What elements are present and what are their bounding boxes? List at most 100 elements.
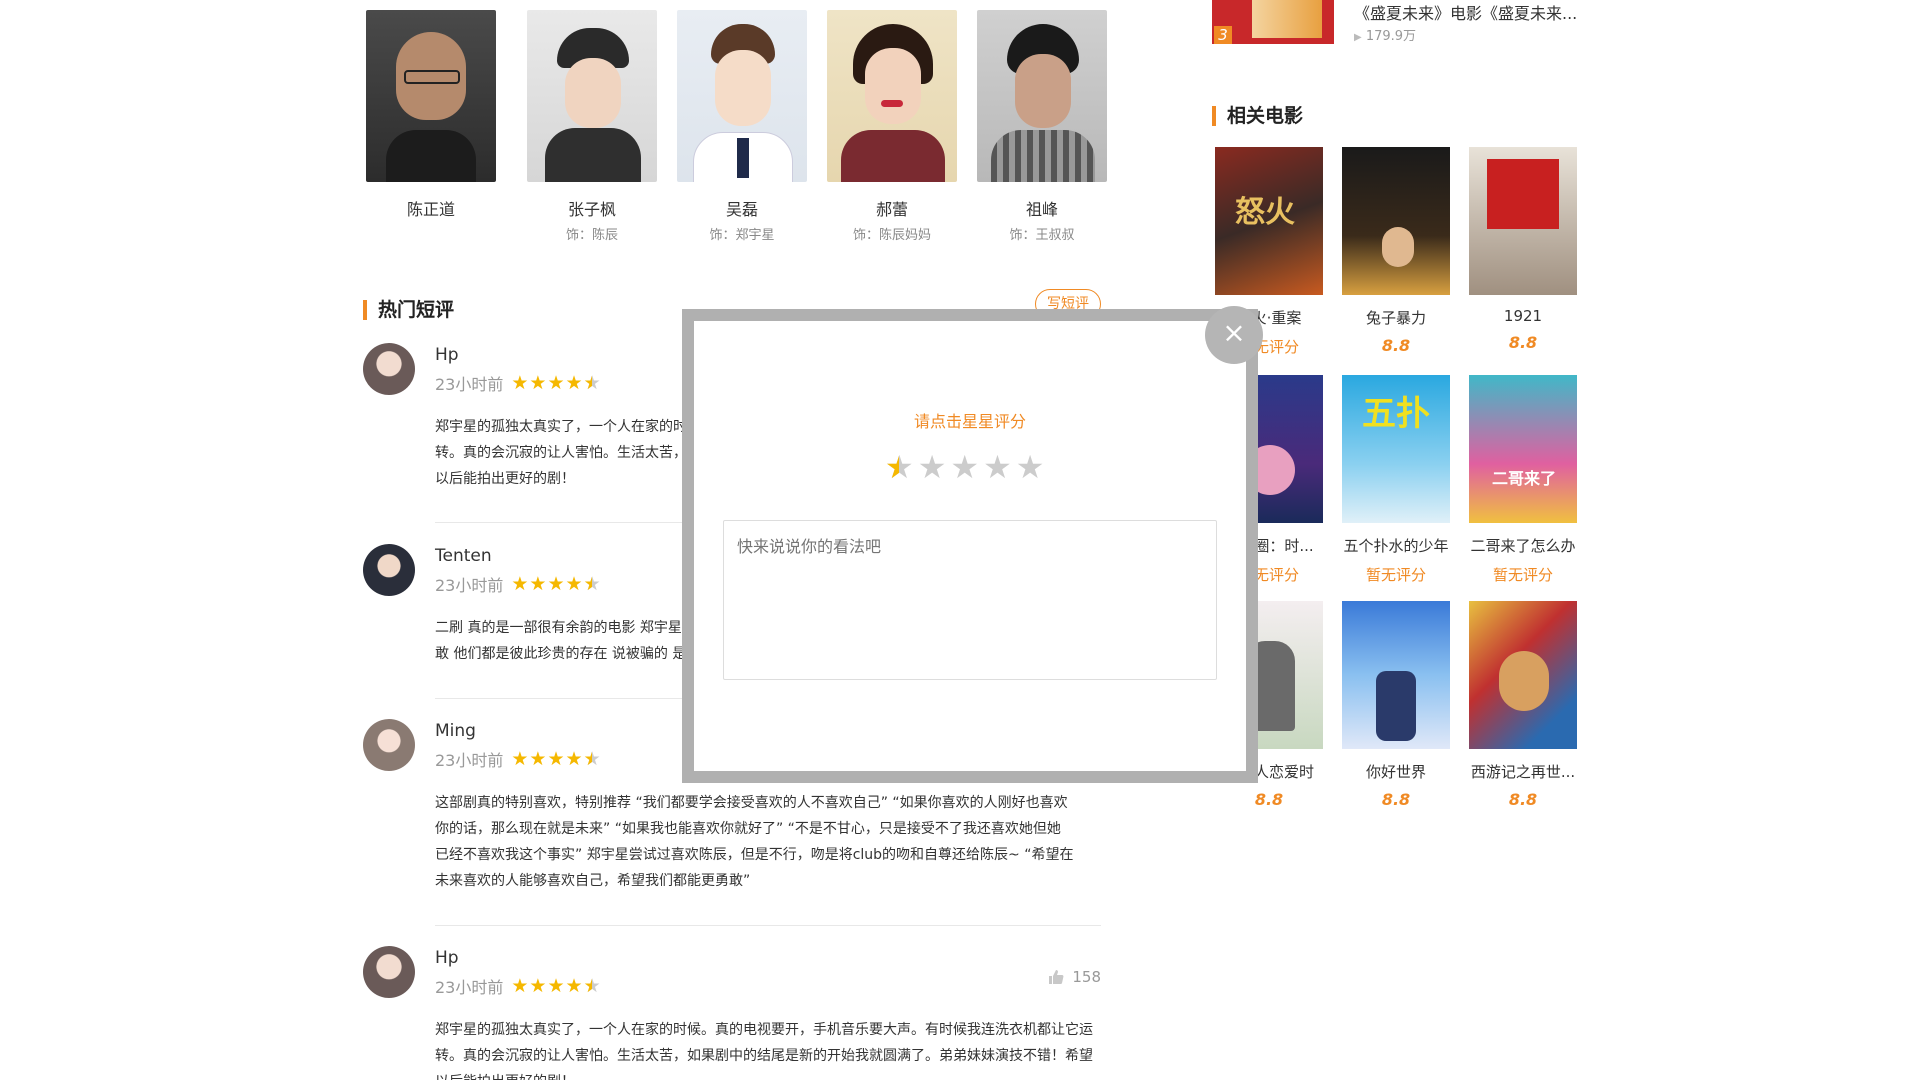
star-icon[interactable]: ★ bbox=[983, 448, 1012, 486]
star-icon: ★ bbox=[547, 748, 565, 770]
star-icon: ★ bbox=[529, 573, 547, 595]
star-icon[interactable]: ★ bbox=[950, 448, 979, 486]
star-icon: ★ bbox=[529, 372, 547, 394]
movie-poster[interactable]: 二哥来了 bbox=[1469, 375, 1577, 523]
avatar[interactable] bbox=[363, 544, 415, 596]
cast-photo[interactable] bbox=[677, 10, 807, 182]
movie-title[interactable]: 1921 bbox=[1469, 307, 1577, 325]
star-icon[interactable]: ★ bbox=[1016, 448, 1045, 486]
comment-meta: 23小时前 ★★★★ ★★ bbox=[435, 974, 601, 998]
comment-user[interactable]: Ming bbox=[435, 721, 476, 741]
star-icon: ★ bbox=[529, 748, 547, 770]
page: 陈正道 张子枫 饰：陈辰 吴磊 饰：郑宇星 郝蕾 饰：陈辰妈妈 祖峰 饰：王叔叔… bbox=[0, 0, 1920, 1080]
movie-score: 8.8 bbox=[1508, 333, 1538, 352]
cast-photo[interactable] bbox=[527, 10, 657, 182]
cast-item[interactable]: 吴磊 饰：郑宇星 bbox=[677, 10, 807, 243]
rating-stars: ★★★★ ★★ bbox=[511, 748, 600, 770]
movie-card[interactable]: 你好世界 8.8 bbox=[1342, 601, 1450, 809]
movie-card[interactable]: 西游记之再世... 8.8 bbox=[1469, 601, 1577, 809]
comment-user[interactable]: Hp bbox=[435, 345, 459, 365]
movie-title[interactable]: 二哥来了怎么办 bbox=[1469, 535, 1577, 556]
cast-name[interactable]: 张子枫 bbox=[527, 196, 657, 220]
comment-user[interactable]: Tenten bbox=[435, 546, 492, 566]
comment-user[interactable]: Hp bbox=[435, 948, 459, 968]
avatar[interactable] bbox=[363, 719, 415, 771]
avatar[interactable] bbox=[363, 343, 415, 395]
star-half-icon[interactable]: ★ ★ bbox=[885, 448, 914, 486]
comment-meta: 23小时前 ★★★★ ★★ bbox=[435, 371, 601, 395]
movie-title[interactable]: 你好世界 bbox=[1342, 761, 1450, 782]
star-icon: ★ bbox=[565, 748, 583, 770]
cast-name[interactable]: 祖峰 bbox=[977, 196, 1107, 220]
comment-time: 23小时前 bbox=[435, 978, 504, 997]
cast-item[interactable]: 祖峰 饰：王叔叔 bbox=[977, 10, 1107, 243]
movie-score: 8.8 bbox=[1254, 790, 1284, 809]
rating-stars: ★★★★ ★★ bbox=[511, 372, 600, 394]
cast-name[interactable]: 吴磊 bbox=[677, 196, 807, 220]
like-count: 158 bbox=[1072, 968, 1101, 986]
comment-line: 以后能拍出更好的剧！ bbox=[435, 1069, 1101, 1080]
rating-star-picker[interactable]: ★ ★ ★ ★ ★ ★ bbox=[885, 448, 1044, 486]
section-title-related: 相关电影 bbox=[1212, 106, 1303, 126]
star-icon: ★ bbox=[565, 573, 583, 595]
movie-poster[interactable]: 怒火 bbox=[1215, 147, 1323, 295]
movie-title[interactable]: 五个扑水的少年 bbox=[1342, 535, 1450, 556]
cast-item[interactable]: 郝蕾 饰：陈辰妈妈 bbox=[827, 10, 957, 243]
star-icon: ★ bbox=[565, 975, 583, 997]
movie-score: 8.8 bbox=[1508, 790, 1538, 809]
rating-stars: ★★★★ ★★ bbox=[511, 573, 600, 595]
star-icon: ★ bbox=[511, 573, 529, 595]
star-icon: ★ bbox=[511, 975, 529, 997]
cast-name[interactable]: 陈正道 bbox=[366, 196, 496, 220]
comment-meta: 23小时前 ★★★★ ★★ bbox=[435, 572, 601, 596]
close-icon[interactable]: × bbox=[1205, 306, 1263, 364]
comment-meta: 23小时前 ★★★★ ★★ bbox=[435, 747, 601, 771]
movie-poster[interactable] bbox=[1469, 147, 1577, 295]
review-textarea[interactable] bbox=[723, 520, 1217, 680]
comment-line: 转。真的会沉寂的让人害怕。生活太苦，如果剧中的结尾是新的开始我就圆满了。弟弟妹妹… bbox=[435, 1048, 1093, 1064]
movie-score: 暂无评分 bbox=[1365, 566, 1426, 584]
cast-photo[interactable] bbox=[977, 10, 1107, 182]
cast-photo[interactable] bbox=[827, 10, 957, 182]
avatar[interactable] bbox=[363, 946, 415, 998]
movie-card[interactable]: 1921 8.8 bbox=[1469, 147, 1577, 352]
cast-name[interactable]: 郝蕾 bbox=[827, 196, 957, 220]
star-half-icon: ★★ bbox=[583, 975, 601, 997]
star-half-icon: ★★ bbox=[583, 573, 601, 595]
play-count: 179.9万 bbox=[1365, 29, 1417, 44]
movie-title[interactable]: 西游记之再世... bbox=[1469, 761, 1577, 782]
rank-plays: ▶ 179.9万 bbox=[1354, 25, 1416, 44]
comment-line: 郑宇星的孤独太真实了，一个人在家的时候。真的电视要开，手机音乐要大声。有时候我连… bbox=[435, 1022, 1093, 1038]
play-icon: ▶ bbox=[1354, 32, 1362, 43]
cast-role: 饰：王叔叔 bbox=[1009, 228, 1075, 243]
like-button[interactable]: 158 bbox=[1048, 968, 1101, 986]
star-icon: ★ bbox=[547, 573, 565, 595]
rating-prompt: 请点击星星评分 bbox=[913, 412, 1026, 431]
movie-poster[interactable] bbox=[1342, 147, 1450, 295]
rank-thumbnail[interactable]: 3 bbox=[1212, 0, 1334, 44]
rank-title[interactable]: 《盛夏未来》电影《盛夏未来... bbox=[1354, 0, 1584, 24]
movie-score: 暂无评分 bbox=[1492, 566, 1553, 584]
star-icon[interactable]: ★ bbox=[918, 448, 947, 486]
comment-line: 未来喜欢的人能够喜欢自己，希望我们都能更勇敢” bbox=[435, 873, 751, 889]
movie-poster[interactable]: 五扑 bbox=[1342, 375, 1450, 523]
movie-card[interactable]: 五扑 五个扑水的少年 暂无评分 bbox=[1342, 375, 1450, 585]
movie-card[interactable]: 兔子暴力 8.8 bbox=[1342, 147, 1450, 355]
movie-title[interactable]: 兔子暴力 bbox=[1342, 307, 1450, 328]
star-icon: ★ bbox=[547, 372, 565, 394]
movie-poster[interactable] bbox=[1469, 601, 1577, 749]
cast-item[interactable]: 张子枫 饰：陈辰 bbox=[527, 10, 657, 243]
cast-photo[interactable] bbox=[366, 10, 496, 182]
comment-line: 这部剧真的特别喜欢，特别推荐 “我们都要学会接受喜欢的人不喜欢自己” “如果你喜… bbox=[435, 795, 1068, 811]
star-half-icon: ★★ bbox=[583, 372, 601, 394]
thumbs-up-icon bbox=[1049, 970, 1064, 984]
cast-item[interactable]: 陈正道 bbox=[366, 10, 496, 224]
movie-card[interactable]: 二哥来了 二哥来了怎么办 暂无评分 bbox=[1469, 375, 1577, 585]
cast-role: 饰：陈辰妈妈 bbox=[852, 228, 931, 243]
cast-role: 饰：陈辰 bbox=[565, 228, 618, 243]
star-icon: ★ bbox=[511, 372, 529, 394]
comment-time: 23小时前 bbox=[435, 751, 504, 770]
movie-poster[interactable] bbox=[1342, 601, 1450, 749]
star-half-icon: ★★ bbox=[583, 748, 601, 770]
comment-text: 郑宇星的孤独太真实了，一个人在家的时候。真的电视要开，手机音乐要大声。有时候我连… bbox=[435, 1017, 1101, 1080]
